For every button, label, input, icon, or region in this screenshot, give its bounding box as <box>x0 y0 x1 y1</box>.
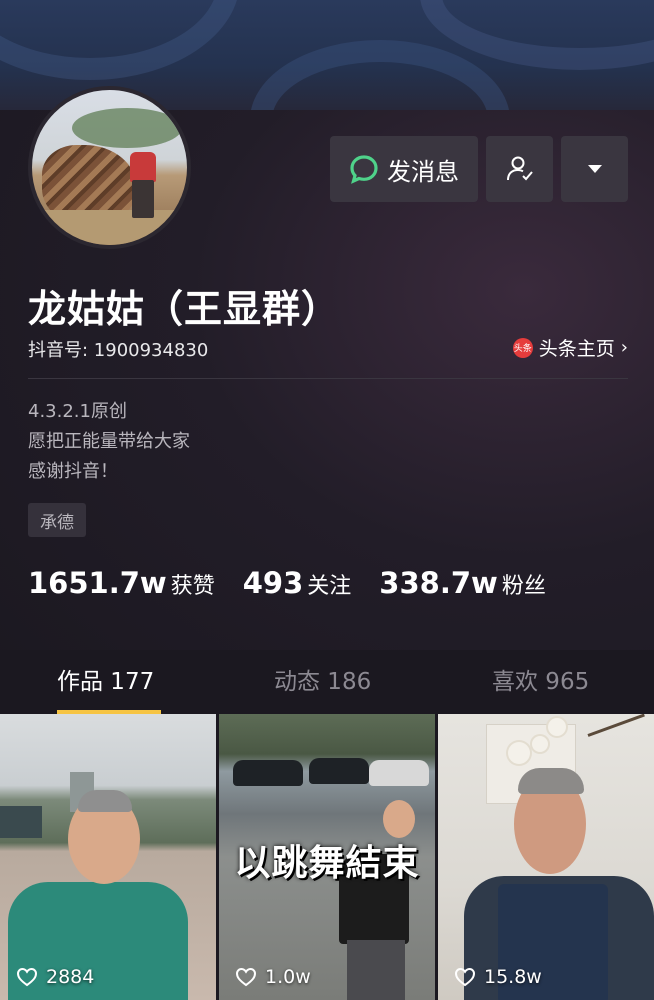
video-likes: 1.0w <box>235 966 311 988</box>
video-thumbnail[interactable]: 15.8w <box>438 714 654 1000</box>
stat-label: 获赞 <box>170 574 215 599</box>
video-likes: 2884 <box>16 966 94 988</box>
stat-label: 粉丝 <box>501 574 546 599</box>
avatar[interactable] <box>28 86 191 249</box>
likes-count: 2884 <box>46 966 95 988</box>
tab-posts[interactable]: 动态 186 <box>274 662 371 696</box>
video-thumbnail[interactable]: 以跳舞結束 1.0w <box>219 714 435 1000</box>
content-tabs: 作品 177 动态 186 喜欢 965 <box>0 650 654 714</box>
stat-number: 493 <box>242 566 304 600</box>
video-thumbnail[interactable]: 2884 <box>0 714 216 1000</box>
heart-icon <box>454 967 476 987</box>
banner-decoration <box>250 40 510 110</box>
heart-icon <box>16 967 38 987</box>
stat-number: 338.7w <box>379 566 498 600</box>
profile-bio: 4.3.2.1原创 愿把正能量带给大家 感谢抖音！ <box>28 397 190 487</box>
user-check-icon <box>506 156 533 181</box>
video-caption: 以跳舞結束 <box>234 843 420 884</box>
send-message-button[interactable]: 发消息 <box>330 136 478 202</box>
triangle-down-icon <box>587 165 602 173</box>
likes-count: 15.8w <box>484 966 542 988</box>
toutiao-homepage-link[interactable]: 头条 头条主页 › <box>512 334 628 361</box>
banner-decoration <box>0 0 240 80</box>
send-message-label: 发消息 <box>387 157 459 186</box>
video-grid: 2884 以跳舞結束 1.0w 15.8w <box>0 714 654 1000</box>
likes-count: 1.0w <box>265 966 311 988</box>
chevron-right-icon: › <box>620 337 628 358</box>
bio-line: 4.3.2.1原创 <box>28 401 127 422</box>
divider <box>28 378 628 379</box>
bio-line: 愿把正能量带给大家 <box>28 431 190 452</box>
toutiao-link-label: 头条主页 <box>538 338 615 360</box>
profile-name: 龙姑姑（王显群） <box>28 287 341 331</box>
stat-label: 关注 <box>307 574 352 599</box>
tab-works[interactable]: 作品 177 <box>57 662 154 696</box>
video-likes: 15.8w <box>454 966 542 988</box>
location-tag: 承德 <box>28 503 86 537</box>
toutiao-logo-icon: 头条 <box>512 337 533 358</box>
heart-icon <box>235 967 257 987</box>
message-bubble-icon <box>350 155 378 184</box>
douyin-id: 抖音号: 1900934830 <box>28 340 209 361</box>
followers-stat[interactable]: 338.7w 粉丝 <box>379 566 546 600</box>
likes-stat[interactable]: 1651.7w 获赞 <box>28 566 215 600</box>
bio-line: 感谢抖音！ <box>28 461 118 482</box>
stat-number: 1651.7w <box>28 566 167 600</box>
profile-stats: 1651.7w 获赞 493 关注 338.7w 粉丝 <box>28 566 574 600</box>
following-stat[interactable]: 493 关注 <box>243 566 352 600</box>
follow-status-button[interactable] <box>486 136 553 202</box>
tab-likes[interactable]: 喜欢 965 <box>492 662 589 696</box>
more-options-button[interactable] <box>561 136 628 202</box>
